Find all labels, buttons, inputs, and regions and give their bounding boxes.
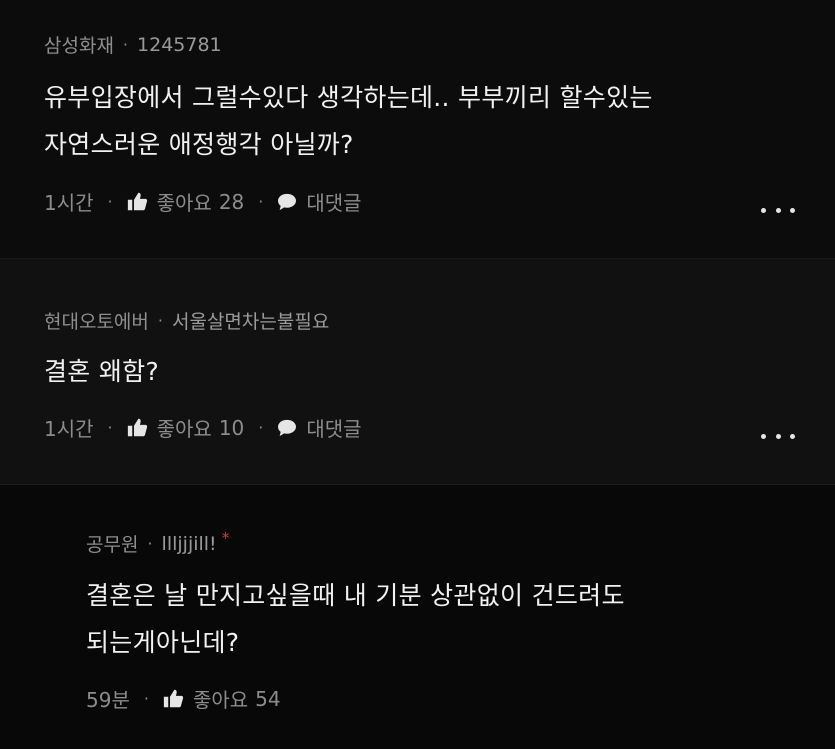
reply-button[interactable]: 대댓글 — [277, 413, 362, 442]
comment-author-company[interactable]: 공무원 — [86, 530, 138, 557]
more-dot — [761, 433, 766, 439]
thumbs-up-icon — [127, 192, 147, 211]
separator-dot: · — [258, 418, 264, 437]
comment-body: 결혼은 날 만지고싶을때 내 기분 상관없이 건드려도 되는게아닌데? — [86, 572, 625, 666]
comment-meta: 59분 · 좋아요 54 — [86, 684, 281, 713]
separator-dot: · — [258, 192, 264, 211]
comment-author-company[interactable]: 현대오토에버 — [44, 307, 149, 334]
more-options-icon[interactable] — [761, 431, 795, 441]
like-label: 좋아요 — [156, 191, 212, 215]
comment-line: 유부입장에서 그럴수있다 생각하는데.. 부부끼리 할수있는 — [44, 83, 653, 112]
separator-dot: · — [107, 192, 113, 211]
comment-author-nickname[interactable]: 1245781 — [137, 34, 222, 56]
comment-header: 현대오토에버 · 서울살면차는불필요 — [44, 307, 329, 334]
separator-dot: · — [157, 311, 163, 330]
more-dot — [790, 433, 795, 439]
reply-label: 대댓글 — [306, 191, 362, 215]
comment-author-nickname[interactable]: llljjjill! — [162, 533, 217, 555]
more-dot — [790, 207, 795, 213]
comment-thread: 삼성화재 · 1245781 유부입장에서 그럴수있다 생각하는데.. 부부끼리… — [0, 0, 835, 749]
like-button[interactable]: 좋아요 10 — [127, 413, 245, 442]
comment-item: 현대오토에버 · 서울살면차는불필요 결혼 왜함? 1시간 · 좋아요 10 · — [0, 258, 835, 484]
comment-header: 공무원 · llljjjill! * — [86, 528, 230, 557]
like-count: 54 — [255, 686, 281, 711]
separator-dot: · — [143, 689, 149, 708]
comment-item: 삼성화재 · 1245781 유부입장에서 그럴수있다 생각하는데.. 부부끼리… — [0, 0, 835, 258]
thumbs-up-icon — [163, 689, 184, 708]
speech-bubble-icon — [278, 419, 297, 436]
like-label: 좋아요 — [192, 688, 249, 712]
comment-line: 되는게아닌데? — [86, 628, 240, 657]
reply-label: 대댓글 — [306, 417, 362, 441]
comment-body: 결혼 왜함? — [44, 348, 159, 395]
like-label: 좋아요 — [156, 417, 212, 441]
reply-item: 공무원 · llljjjill! * 결혼은 날 만지고싶을때 내 기분 상관없… — [0, 484, 835, 749]
comment-time: 1시간 — [44, 417, 94, 441]
comment-meta: 1시간 · 좋아요 28 · 대댓글 — [44, 187, 362, 216]
author-marker: * — [221, 528, 230, 547]
like-count: 10 — [218, 415, 245, 440]
comment-line: 결혼은 날 만지고싶을때 내 기분 상관없이 건드려도 — [86, 581, 625, 610]
more-dot — [761, 207, 766, 213]
comment-header: 삼성화재 · 1245781 — [44, 31, 222, 58]
like-count: 28 — [218, 189, 245, 214]
separator-dot: · — [147, 534, 153, 553]
comment-time: 1시간 — [44, 191, 94, 215]
comment-time: 59분 — [86, 688, 130, 712]
separator-dot: · — [107, 418, 113, 437]
comment-author-company[interactable]: 삼성화재 — [44, 31, 114, 58]
speech-bubble-icon — [278, 193, 297, 210]
comment-meta: 1시간 · 좋아요 10 · 대댓글 — [44, 413, 362, 442]
comment-line: 자연스러운 애정행각 아닐까? — [44, 130, 354, 159]
reply-button[interactable]: 대댓글 — [277, 187, 362, 216]
comment-body: 유부입장에서 그럴수있다 생각하는데.. 부부끼리 할수있는 자연스러운 애정행… — [44, 74, 653, 168]
more-dot — [775, 433, 781, 439]
more-options-icon[interactable] — [761, 205, 795, 215]
comment-author-nickname[interactable]: 서울살면차는불필요 — [172, 307, 329, 334]
more-dot — [775, 207, 781, 213]
like-button[interactable]: 좋아요 28 — [127, 187, 245, 216]
comment-line: 결혼 왜함? — [44, 357, 160, 386]
separator-dot: · — [122, 35, 129, 54]
like-button[interactable]: 좋아요 54 — [163, 684, 281, 713]
thumbs-up-icon — [127, 418, 147, 437]
